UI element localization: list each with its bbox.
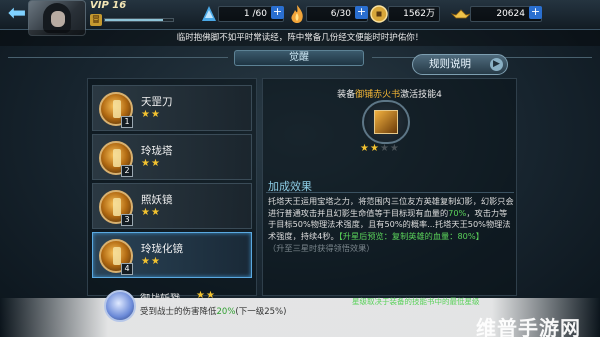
skill-name: 玲珑化镜 [141,243,183,255]
skill-name: 天罡刀 [141,96,173,108]
stamina-plus-button[interactable]: + [271,6,284,19]
screen: ⬅ VIP 16 冒 1 /60 + 6/30 + 1562万 20624 + [0,0,600,337]
skill-stars: ★★ [141,109,161,120]
top-bar: ⬅ VIP 16 冒 1 /60 + 6/30 + 1562万 20624 + [0,0,600,36]
skill-item-5-name: 御战斩戮 [140,294,180,305]
skill-number: 2 [121,165,133,177]
coin-icon [370,5,388,23]
toast-message: 受到战士的伤害降低20%(下一级25%) [140,307,287,317]
arrow-right-icon: ▶ [490,58,503,71]
xp-bar [104,18,174,22]
stamina-value: 1 /60 [243,9,267,19]
ingot-counter: 20624 + [450,5,542,23]
skill-description: 托塔天王运用宝塔之力，将范围内三位友方英雄复制幻影，幻影只会进行普通攻击并且幻影… [268,196,514,253]
energy-plus-button[interactable]: + [355,6,368,19]
skill-stars: ★★ [141,158,161,169]
stamina-counter: 1 /60 + [198,5,284,23]
skill-item-5-stars: ★★ [196,290,216,301]
rules-label: 规则说明 [429,58,471,70]
skill-stars: ★★ [141,207,161,218]
equip-requirement: 装备御铺赤火书激活技能4 [337,90,442,100]
skill-name: 玲珑塔 [141,145,173,157]
watermark: 维普手游网 [476,316,581,337]
avatar-face [51,11,65,27]
equip-item-name[interactable]: 御铺赤火书 [355,90,400,100]
shield-icon [104,290,136,322]
skill-item-1[interactable]: 1 天罡刀 ★★ [92,85,252,131]
skill-number: 3 [121,214,133,226]
skill-item-2[interactable]: 2 玲珑塔 ★★ [92,134,252,180]
star-note: 星级取决于装备的技能书中的最低星级 [352,297,480,306]
page-title: 觉醒 [234,50,364,66]
stamina-icon [202,6,216,21]
rank-badge: 冒 [90,14,102,26]
skill-item-4[interactable]: 4 玲珑化镜 ★★ [92,232,252,278]
flame-icon [291,5,303,23]
bonus-divider [266,192,514,193]
ingot-plus-button[interactable]: + [529,6,542,19]
coin-value: 1562万 [403,9,435,19]
skill-list: 1 天罡刀 ★★ 2 玲珑塔 ★★ 3 照妖镜 ★★ 4 玲珑化镜 ★★ [87,78,257,296]
vip-label: VIP 16 [90,0,127,11]
rules-button[interactable]: 规则说明 ▶ [412,54,508,75]
skill-number: 1 [121,116,133,128]
equip-stars: ★★★★ [360,143,400,154]
skill-book-icon[interactable] [362,100,410,144]
ingot-icon [450,9,472,19]
coin-counter: 1562万 [368,5,440,23]
ingot-value: 20624 [496,9,525,19]
skill-number: 4 [121,263,133,275]
upgrade-hint: （升至三星时获得领悟效果） [268,242,375,253]
energy-value: 6/30 [330,9,351,19]
skill-stars: ★★ [141,256,161,267]
notice-bar: 临时抱佛脚不如平时常读经，阵中常备几份经文便能时时护佑你！ [0,30,600,46]
skill-item-3[interactable]: 3 照妖镜 ★★ [92,183,252,229]
xp-fill [105,19,163,21]
energy-counter: 6/30 + [286,5,368,23]
skill-name: 照妖镜 [141,194,173,206]
title-divider-left [8,57,228,58]
